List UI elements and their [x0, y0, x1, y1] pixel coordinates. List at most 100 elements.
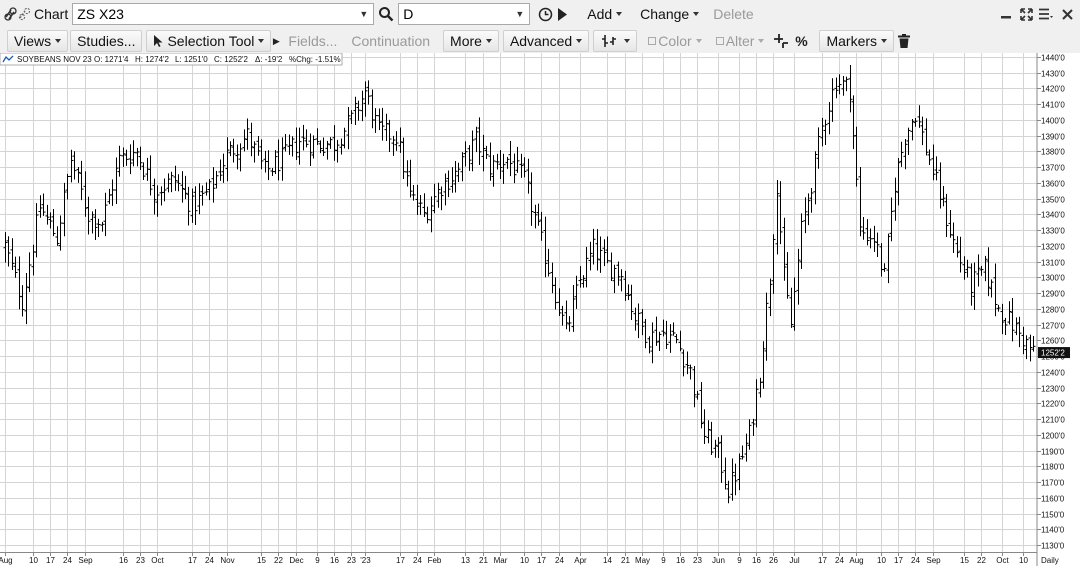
legend-title: SOYBEANS NOV 23 [17, 55, 92, 64]
x-tick-label: 10 [877, 556, 886, 565]
y-tick-label: 1180'0 [1041, 463, 1065, 472]
markers-button[interactable]: Markers [819, 30, 895, 52]
symbol-input[interactable]: ZS X23 ▼ [72, 3, 375, 25]
x-tick-label: 9 [661, 556, 666, 565]
interval-value: D [403, 6, 414, 22]
color-button[interactable]: Color [641, 30, 708, 52]
x-tick-label: 10 [1019, 556, 1028, 565]
chart-svg[interactable]: 1440'0 1430'0 1420'0 1410'0 1400'0 1390'0 1380… [0, 52, 1080, 566]
legend-open: O: 1271'4 [94, 55, 129, 64]
studies-button[interactable]: Studies... [70, 30, 143, 52]
x-tick-label: 26 [769, 556, 778, 565]
y-tick-label: 1320'0 [1041, 243, 1065, 252]
symbol-dropdown-icon[interactable]: ▼ [359, 9, 373, 19]
minimize-icon[interactable] [996, 3, 1016, 25]
percent-button[interactable]: % [791, 30, 811, 52]
x-tick-label: Sep [78, 556, 93, 565]
chart-window: Chart ZS X23 ▼ D ▼ Add Change Delete Vie… [0, 0, 1080, 566]
fields-label: Fields... [288, 33, 338, 49]
delete-button[interactable]: Delete [706, 3, 760, 25]
x-tick-label: 21 [621, 556, 630, 565]
y-tick-label: 1360'0 [1041, 180, 1065, 189]
x-tick-label: 21 [479, 556, 488, 565]
y-tick-label: 1420'0 [1041, 85, 1065, 94]
more-label: More [450, 33, 482, 49]
close-icon[interactable] [1056, 3, 1078, 25]
crosshair-icon[interactable] [771, 30, 791, 52]
continuation-button[interactable]: Continuation [344, 30, 437, 52]
change-button[interactable]: Change [633, 3, 706, 25]
y-tick-label: 1150'0 [1041, 511, 1065, 520]
selection-tool-label: Selection Tool [167, 33, 255, 49]
x-tick-label: 15 [257, 556, 266, 565]
advanced-label: Advanced [509, 33, 573, 49]
x-tick-label: 14 [603, 556, 612, 565]
views-button[interactable]: Views [7, 30, 69, 52]
y-tick-label: 1440'0 [1041, 54, 1065, 63]
alter-button[interactable]: Alter [709, 30, 772, 52]
y-tick-label: 1340'0 [1041, 211, 1065, 220]
fields-button[interactable]: Fields... [281, 30, 344, 52]
y-tick-label: 1160'0 [1041, 495, 1065, 504]
alter-label: Alter [725, 33, 755, 49]
x-tick-label: 17 [46, 556, 55, 565]
chevron-down-icon [258, 39, 265, 43]
x-tick-label: Nov [220, 556, 234, 565]
chevron-right-icon[interactable]: ▶ [271, 30, 281, 52]
chart-legend: SOYBEANS NOV 23 O: 1271'4 H: 1274'2 L: 1… [0, 52, 343, 66]
views-label: Views [14, 33, 52, 49]
symbol-value: ZS X23 [77, 6, 124, 22]
interval-input[interactable]: D ▼ [398, 3, 531, 25]
chevron-down-icon [624, 39, 631, 43]
search-icon[interactable] [374, 3, 398, 25]
y-tick-label: 1300'0 [1041, 274, 1065, 283]
x-tick-label: 23 [693, 556, 702, 565]
y-tick-label: 1190'0 [1041, 448, 1065, 457]
cursor-icon [154, 34, 163, 47]
y-tick-label: 1290'0 [1041, 290, 1065, 299]
x-tick-label: 24 [205, 556, 214, 565]
x-tick-label: Oct [996, 556, 1009, 565]
x-tick-label: Apr [574, 556, 587, 565]
alter-swatch-icon [715, 37, 724, 45]
chevron-down-icon [881, 39, 888, 43]
menu-icon[interactable] [1036, 3, 1056, 25]
y-tick-label: 1240'0 [1041, 369, 1065, 378]
x-tick-label: 15 [960, 556, 969, 565]
advanced-button[interactable]: Advanced [502, 30, 590, 52]
interval-dropdown-icon[interactable]: ▼ [515, 9, 529, 19]
y-tick-label: 1170'0 [1041, 479, 1065, 488]
last-price-label: 1252'2 [1041, 349, 1065, 358]
chevron-down-icon [576, 39, 583, 43]
main-toolbar: Chart ZS X23 ▼ D ▼ Add Change Delete [0, 0, 1080, 28]
y-tick-label: 1310'0 [1041, 259, 1065, 268]
period-label: Daily [1041, 556, 1059, 565]
x-tick-label: Sep [926, 556, 941, 565]
price-chart[interactable]: 1440'0 1430'0 1420'0 1410'0 1400'0 1390'0 1380… [0, 52, 1080, 566]
x-tick-label: Aug [0, 556, 13, 565]
chevron-down-icon [758, 39, 765, 43]
markers-label: Markers [826, 33, 878, 49]
x-tick-label: 13 [461, 556, 470, 565]
trash-icon[interactable] [894, 30, 914, 52]
x-tick-label: 17 [188, 556, 197, 565]
add-button[interactable]: Add [580, 3, 629, 25]
selection-tool-button[interactable]: Selection Tool [146, 30, 272, 52]
x-tick-label: 24 [63, 556, 72, 565]
expand-icon[interactable] [1016, 3, 1036, 25]
y-tick-label: 1270'0 [1041, 322, 1065, 331]
window-title: Chart [34, 6, 69, 22]
y-tick-label: 1220'0 [1041, 400, 1065, 409]
bar-style-button[interactable] [593, 30, 638, 52]
x-tick-label: Oct [151, 556, 164, 565]
x-tick-label: Aug [849, 556, 863, 565]
more-button[interactable]: More [443, 30, 499, 52]
x-tick-label: 9 [315, 556, 320, 565]
clock-icon[interactable] [536, 3, 554, 25]
x-tick-label: 23 [347, 556, 356, 565]
x-tick-label: Jun [712, 556, 725, 565]
play-icon[interactable] [554, 3, 570, 25]
last-price-marker: 1252'2 [1038, 347, 1070, 359]
link-icon[interactable] [2, 3, 34, 25]
studies-label: Studies... [77, 33, 136, 49]
